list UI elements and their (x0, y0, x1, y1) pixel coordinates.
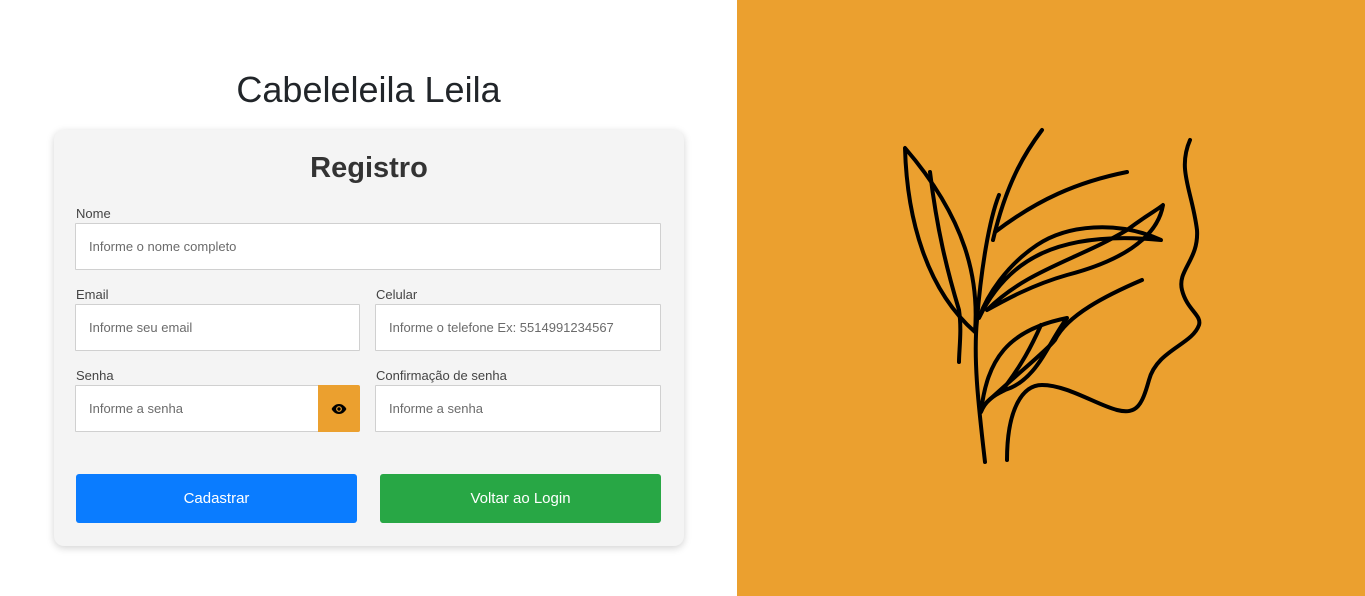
nome-input[interactable] (75, 223, 661, 270)
card-title: Registro (310, 152, 428, 184)
email-input[interactable] (75, 304, 360, 351)
register-card: Registro Nome Email Celular Senha Confir… (54, 130, 684, 546)
senha-label: Senha (76, 368, 114, 383)
illustration-panel (737, 0, 1365, 596)
voltar-login-button[interactable]: Voltar ao Login (380, 474, 661, 523)
confirmacao-label: Confirmação de senha (376, 368, 507, 383)
celular-label: Celular (376, 287, 418, 302)
eye-icon (331, 403, 347, 414)
form-panel: Cabeleleila Leila Registro Nome Email Ce… (0, 0, 737, 596)
nome-label: Nome (76, 206, 111, 221)
cadastrar-button[interactable]: Cadastrar (76, 474, 357, 523)
page-title: Cabeleleila Leila (236, 69, 501, 110)
toggle-password-button[interactable] (318, 385, 360, 432)
leaf-face-illustration (903, 128, 1202, 464)
senha-input[interactable] (75, 385, 319, 432)
celular-input[interactable] (375, 304, 661, 351)
email-label: Email (76, 287, 109, 302)
confirmacao-input[interactable] (375, 385, 661, 432)
